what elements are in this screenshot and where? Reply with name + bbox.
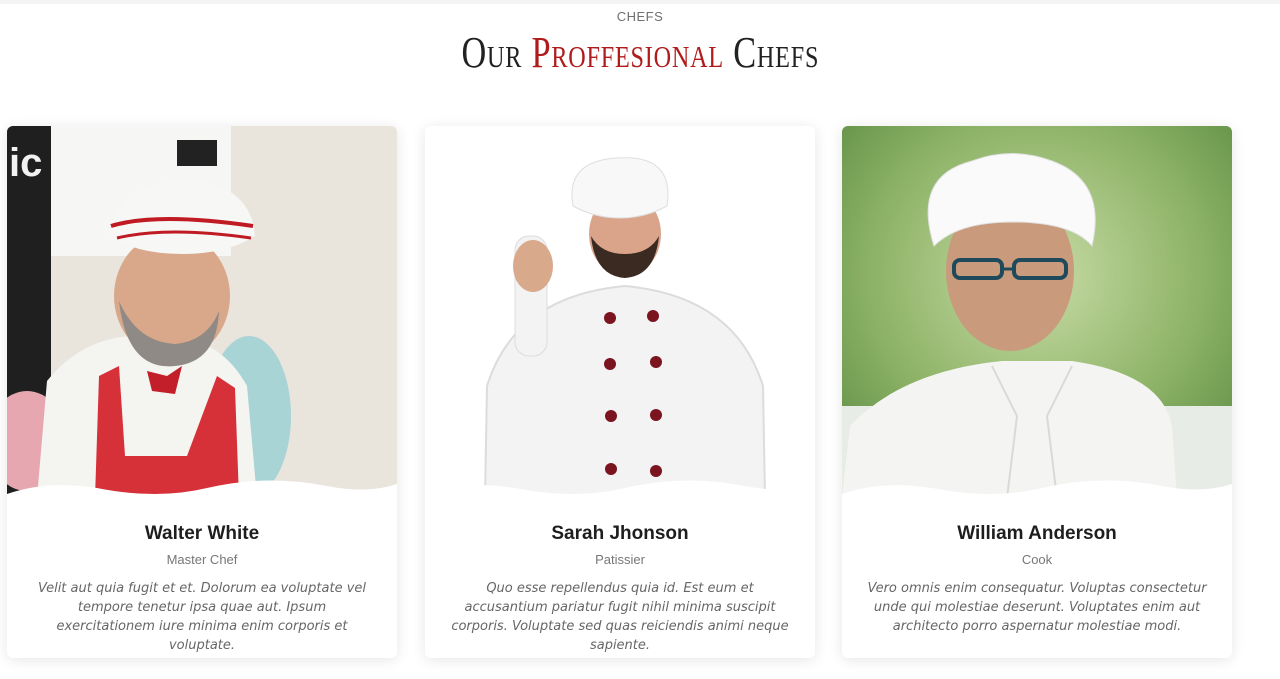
chef-photo: ic — [7, 126, 397, 498]
section-header: CHEFS Our Proffesional Chefs — [0, 9, 1280, 78]
chef-role: Patissier — [595, 552, 645, 567]
wave-divider — [842, 480, 1232, 506]
section-eyebrow: CHEFS — [616, 9, 664, 24]
chef-card[interactable]: Sarah Jhonson Patissier Quo esse repelle… — [425, 126, 815, 658]
svg-text:ic: ic — [9, 141, 42, 185]
chef-photo — [425, 126, 815, 498]
title-part-1: Our — [461, 28, 532, 77]
member-info: Walter White Master Chef Velit aut quia … — [7, 522, 397, 655]
member-info: Sarah Jhonson Patissier Quo esse repelle… — [425, 522, 815, 655]
wave-divider — [425, 480, 815, 506]
chef-name: Walter White — [144, 523, 260, 544]
chef-card[interactable]: William Anderson Cook Vero omnis enim co… — [842, 126, 1232, 658]
chef-description: Velit aut quia fugit et et. Dolorum ea v… — [37, 581, 367, 653]
wave-divider — [7, 480, 397, 506]
chef-name: Sarah Jhonson — [551, 523, 689, 544]
title-accent: Proffesional — [531, 28, 724, 77]
title-part-2: Chefs — [723, 28, 819, 77]
top-divider — [0, 0, 1280, 4]
chef-name: William Anderson — [957, 523, 1117, 544]
chef-role: Master Chef — [166, 552, 238, 567]
member-info: William Anderson Cook Vero omnis enim co… — [842, 522, 1232, 636]
chef-card[interactable]: ic Walter White Master Chef Velit aut qu… — [7, 126, 397, 658]
chef-description: Quo esse repellendus quia id. Est eum et… — [451, 581, 789, 653]
chef-description: Vero omnis enim consequatur. Voluptas co… — [867, 581, 1207, 634]
chef-photo — [842, 126, 1232, 498]
section-title: Our Proffesional Chefs — [461, 28, 819, 78]
chef-role: Cook — [1021, 552, 1053, 567]
